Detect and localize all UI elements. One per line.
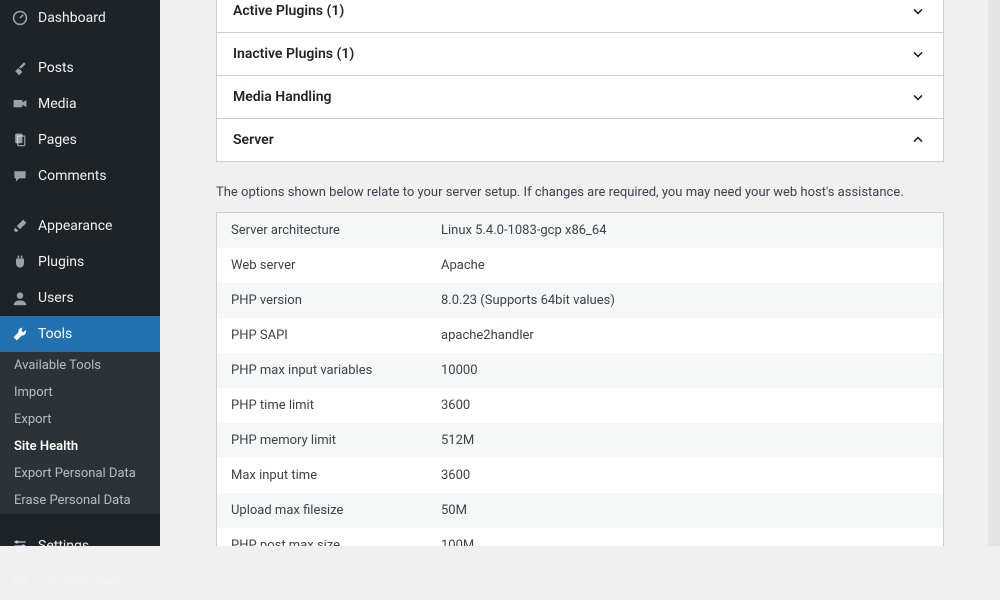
plug-icon bbox=[10, 252, 30, 272]
chevron-up-icon bbox=[909, 131, 927, 149]
cell-key: PHP post max size bbox=[217, 528, 427, 546]
panel-server[interactable]: Server bbox=[216, 118, 944, 162]
chevron-down-icon bbox=[909, 45, 927, 63]
panel-inactive-plugins-title: Inactive Plugins (1) bbox=[233, 46, 354, 62]
subnav-export[interactable]: Export bbox=[0, 406, 160, 433]
panel-media-handling-title: Media Handling bbox=[233, 89, 332, 105]
pin-icon bbox=[10, 58, 30, 78]
cell-value: 3600 bbox=[427, 458, 943, 493]
table-row: Server architecture Linux 5.4.0-1083-gcp… bbox=[217, 213, 943, 248]
pages-icon bbox=[10, 130, 30, 150]
table-row-highlighted: PHP version 8.0.23 (Supports 64bit value… bbox=[217, 283, 943, 318]
nav-settings[interactable]: Settings bbox=[0, 528, 160, 564]
cell-key: PHP version bbox=[217, 283, 427, 318]
settings-icon bbox=[10, 536, 30, 556]
table-row: PHP time limit 3600 bbox=[217, 388, 943, 423]
table-row: Web server Apache bbox=[217, 248, 943, 283]
dashboard-icon bbox=[10, 8, 30, 28]
nav-appearance[interactable]: Appearance bbox=[0, 208, 160, 244]
media-icon bbox=[10, 94, 30, 114]
table-row: Upload max filesize 50M bbox=[217, 493, 943, 528]
cell-key: Server architecture bbox=[217, 213, 427, 248]
collapse-menu[interactable]: Collapse menu bbox=[0, 564, 160, 600]
tools-submenu: Available Tools Import Export Site Healt… bbox=[0, 352, 160, 514]
cell-key: PHP time limit bbox=[217, 388, 427, 423]
admin-sidebar: Dashboard Posts Media Pages Comments App… bbox=[0, 0, 160, 546]
cell-value: apache2handler bbox=[427, 318, 943, 353]
cell-value: 512M bbox=[427, 423, 943, 458]
cell-value: 10000 bbox=[427, 353, 943, 388]
panel-active-plugins[interactable]: Active Plugins (1) bbox=[216, 0, 944, 33]
nav-posts-label: Posts bbox=[38, 60, 74, 76]
nav-media[interactable]: Media bbox=[0, 86, 160, 122]
cell-value: 50M bbox=[427, 493, 943, 528]
table-row: PHP max input variables 10000 bbox=[217, 353, 943, 388]
main-content: Active Plugins (1) Inactive Plugins (1) … bbox=[160, 0, 1000, 546]
server-description: The options shown below relate to your s… bbox=[216, 161, 944, 212]
nav-dashboard-label: Dashboard bbox=[38, 10, 106, 26]
collapse-label: Collapse menu bbox=[38, 575, 124, 590]
panel-media-handling[interactable]: Media Handling bbox=[216, 75, 944, 119]
subnav-site-health[interactable]: Site Health bbox=[0, 433, 160, 460]
window-edge bbox=[988, 0, 1000, 546]
nav-tools[interactable]: Tools bbox=[0, 316, 160, 352]
nav-users[interactable]: Users bbox=[0, 280, 160, 316]
cell-value: 100M bbox=[427, 528, 943, 546]
nav-pages[interactable]: Pages bbox=[0, 122, 160, 158]
nav-users-label: Users bbox=[38, 290, 74, 306]
nav-comments-label: Comments bbox=[38, 168, 107, 184]
subnav-available-tools[interactable]: Available Tools bbox=[0, 352, 160, 379]
chevron-down-icon bbox=[909, 2, 927, 20]
cell-value: Linux 5.4.0-1083-gcp x86_64 bbox=[427, 213, 943, 248]
nav-settings-label: Settings bbox=[38, 538, 89, 554]
nav-tools-label: Tools bbox=[38, 326, 72, 342]
cell-key: PHP max input variables bbox=[217, 353, 427, 388]
cell-value: Apache bbox=[427, 248, 943, 283]
comments-icon bbox=[10, 166, 30, 186]
cell-key: PHP memory limit bbox=[217, 423, 427, 458]
subnav-import[interactable]: Import bbox=[0, 379, 160, 406]
cell-key: PHP SAPI bbox=[217, 318, 427, 353]
table-row: PHP post max size 100M bbox=[217, 528, 943, 546]
nav-media-label: Media bbox=[38, 96, 77, 112]
panel-inactive-plugins[interactable]: Inactive Plugins (1) bbox=[216, 32, 944, 76]
nav-plugins-label: Plugins bbox=[38, 254, 84, 270]
chevron-down-icon bbox=[909, 88, 927, 106]
table-row: PHP memory limit 512M bbox=[217, 423, 943, 458]
wrench-icon bbox=[10, 324, 30, 344]
nav-plugins[interactable]: Plugins bbox=[0, 244, 160, 280]
table-row: Max input time 3600 bbox=[217, 458, 943, 493]
collapse-icon bbox=[10, 572, 30, 592]
nav-posts[interactable]: Posts bbox=[0, 50, 160, 86]
subnav-erase-personal-data[interactable]: Erase Personal Data bbox=[0, 487, 160, 514]
user-icon bbox=[10, 288, 30, 308]
panel-active-plugins-title: Active Plugins (1) bbox=[233, 3, 344, 19]
table-row: PHP SAPI apache2handler bbox=[217, 318, 943, 353]
cell-key: Web server bbox=[217, 248, 427, 283]
subnav-export-personal-data[interactable]: Export Personal Data bbox=[0, 460, 160, 487]
brush-icon bbox=[10, 216, 30, 236]
nav-comments[interactable]: Comments bbox=[0, 158, 160, 194]
server-table: Server architecture Linux 5.4.0-1083-gcp… bbox=[216, 212, 944, 546]
cell-value: 8.0.23 (Supports 64bit values) bbox=[427, 283, 943, 318]
panel-server-title: Server bbox=[233, 132, 274, 148]
nav-pages-label: Pages bbox=[38, 132, 77, 148]
cell-key: Max input time bbox=[217, 458, 427, 493]
cell-value: 3600 bbox=[427, 388, 943, 423]
nav-appearance-label: Appearance bbox=[38, 218, 112, 234]
nav-dashboard[interactable]: Dashboard bbox=[0, 0, 160, 36]
cell-key: Upload max filesize bbox=[217, 493, 427, 528]
